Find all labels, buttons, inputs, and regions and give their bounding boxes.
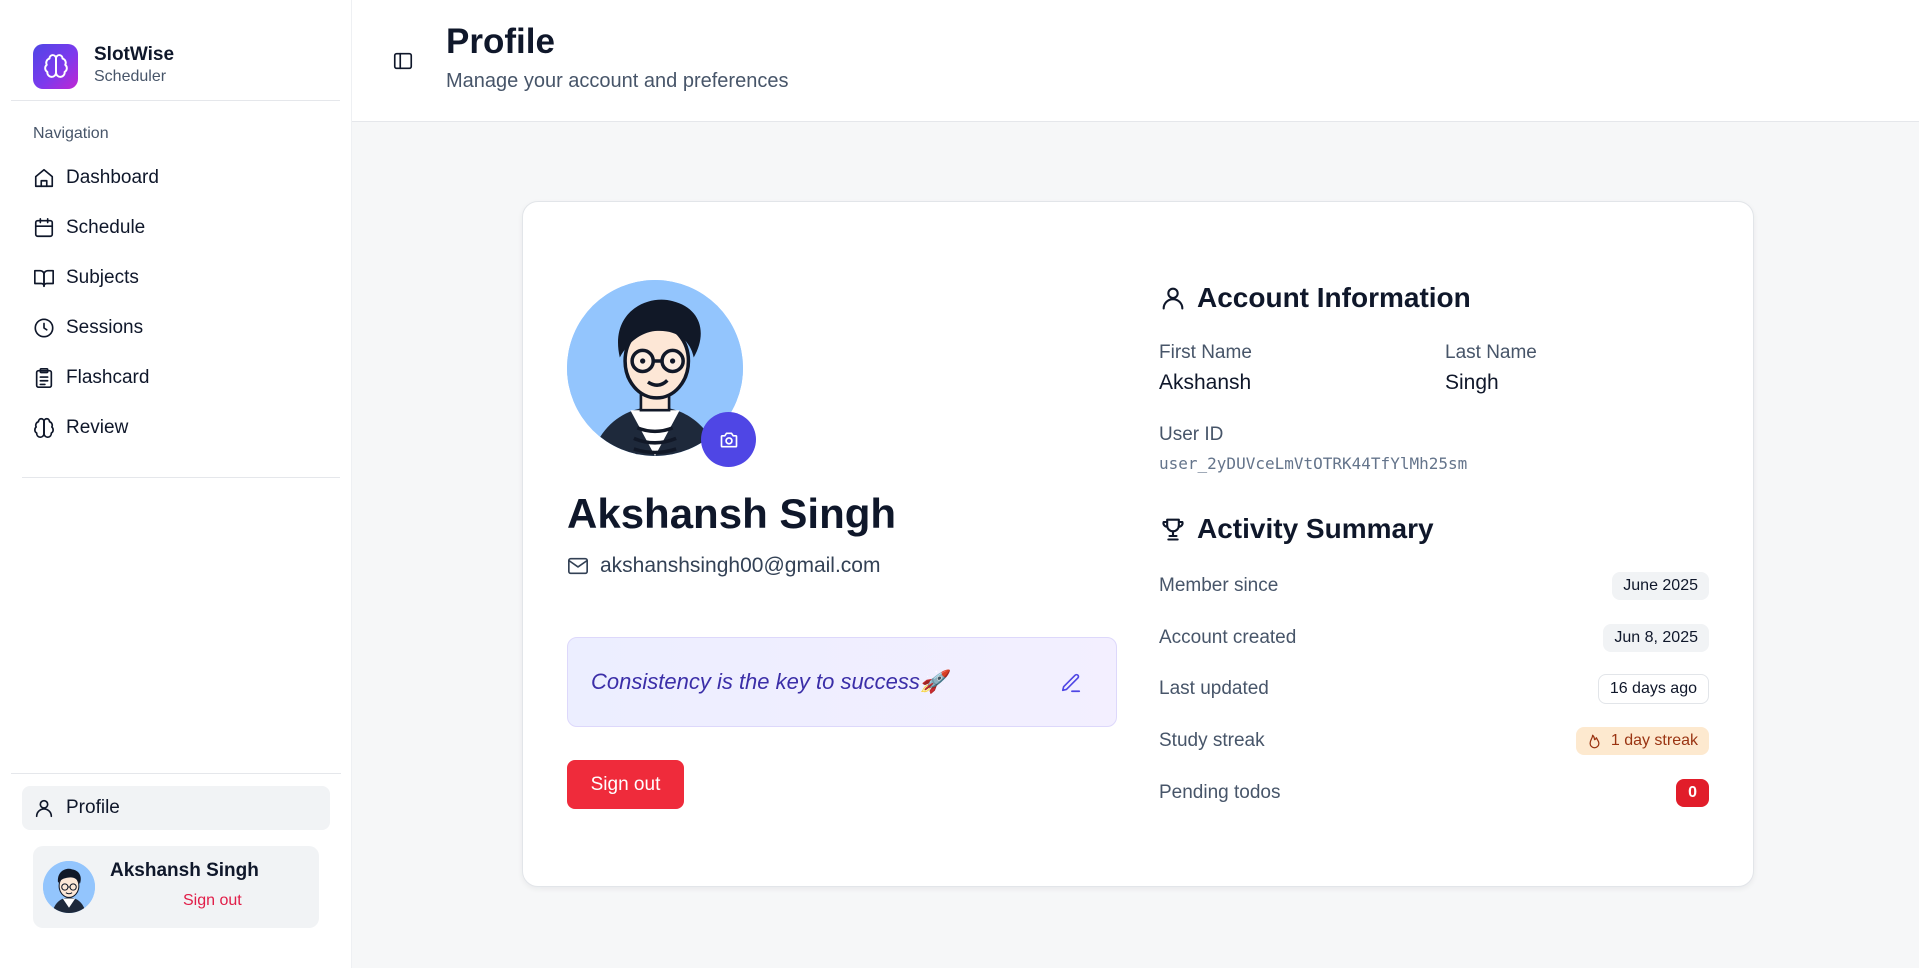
profile-quote: Consistency is the key to success🚀 xyxy=(591,669,948,694)
sidebar-item-label: Flashcard xyxy=(66,367,150,388)
clock-icon xyxy=(34,318,54,338)
user-card: Akshansh Singh Sign out xyxy=(33,846,319,928)
sidebar-item-label: Subjects xyxy=(66,267,139,288)
sidebar-item-label: Dashboard xyxy=(66,167,159,188)
sign-out-button[interactable]: Sign out xyxy=(567,760,684,809)
brain-logo-icon xyxy=(33,43,78,89)
sidebar-item-flashcard[interactable]: Flashcard xyxy=(33,353,351,403)
last-updated-badge: 16 days ago xyxy=(1597,674,1709,704)
sidebar-item-label: Sessions xyxy=(66,317,144,338)
brand-subtitle: Scheduler xyxy=(94,68,167,85)
account-info-heading: Account Information xyxy=(1159,282,1471,314)
last-name-value: Singh xyxy=(1445,371,1499,394)
sidebar: SlotWise Scheduler Navigation Dashboard … xyxy=(0,0,352,968)
activity-label: Member since xyxy=(1159,575,1279,596)
activity-row-member-since: Member since June 2025 xyxy=(1159,568,1709,604)
study-streak-text: 1 day streak xyxy=(1610,732,1698,749)
flame-icon xyxy=(1589,734,1600,748)
first-name-label: First Name xyxy=(1159,342,1252,363)
sidebar-item-label: Review xyxy=(66,417,129,438)
profile-quote-box: Consistency is the key to success🚀 xyxy=(567,637,1117,727)
account-info-title: Account Information xyxy=(1197,282,1471,313)
member-since-badge: June 2025 xyxy=(1612,572,1709,600)
sidebar-item-subjects[interactable]: Subjects xyxy=(33,253,351,303)
brain-icon xyxy=(34,417,54,439)
sidebar-toggle-button[interactable] xyxy=(392,50,414,72)
sidebar-divider xyxy=(11,773,341,774)
sidebar-item-dashboard[interactable]: Dashboard xyxy=(33,153,351,203)
edit-quote-button[interactable] xyxy=(1060,672,1082,694)
home-icon xyxy=(34,168,54,188)
activity-summary-heading: Activity Summary xyxy=(1159,513,1434,545)
activity-label: Account created xyxy=(1159,627,1297,648)
change-avatar-button[interactable] xyxy=(701,412,756,467)
brand-name: SlotWise xyxy=(94,44,175,65)
profile-email-text: akshanshsingh00@gmail.com xyxy=(600,554,881,577)
first-name-value: Akshansh xyxy=(1159,371,1252,394)
avatar[interactable] xyxy=(43,861,95,913)
panel-left-icon xyxy=(393,52,413,70)
user-icon xyxy=(35,799,53,818)
profile-card: Akshansh Singh akshanshsingh00@gmail.com… xyxy=(522,201,1754,887)
brand[interactable]: SlotWise Scheduler xyxy=(0,0,351,100)
sidebar-item-label: Schedule xyxy=(66,217,146,238)
main-content: Profile Manage your account and preferen… xyxy=(352,0,1919,968)
page-header: Profile Manage your account and preferen… xyxy=(352,0,1919,122)
trophy-icon xyxy=(1162,518,1184,541)
sidebar-item-schedule[interactable]: Schedule xyxy=(33,203,351,253)
page-subtitle: Manage your account and preferences xyxy=(446,70,789,92)
sidebar-item-profile[interactable]: Profile xyxy=(22,786,330,830)
book-icon xyxy=(34,269,54,288)
user-card-name: Akshansh Singh xyxy=(110,860,259,881)
activity-row-account-created: Account created Jun 8, 2025 xyxy=(1159,620,1709,656)
clipboard-icon xyxy=(35,368,53,388)
sidebar-signout-link[interactable]: Sign out xyxy=(183,892,242,910)
pending-todos-badge: 0 xyxy=(1676,779,1709,807)
sidebar-nav: Dashboard Schedule Subjects Sessions Fla… xyxy=(0,153,351,453)
sidebar-item-label: Profile xyxy=(66,797,120,818)
profile-full-name: Akshansh Singh xyxy=(567,490,897,537)
sidebar-item-review[interactable]: Review xyxy=(33,403,351,453)
sidebar-item-sessions[interactable]: Sessions xyxy=(33,303,351,353)
activity-label: Pending todos xyxy=(1159,782,1281,803)
activity-summary-title: Activity Summary xyxy=(1197,513,1434,544)
user-id-value: user_2yDUVceLmVtOTRK44TfYlMh25sm xyxy=(1159,454,1468,473)
last-name-label: Last Name xyxy=(1445,342,1537,363)
activity-row-study-streak: Study streak 1 day streak xyxy=(1159,723,1709,759)
pencil-icon xyxy=(1061,673,1081,693)
user-icon xyxy=(1162,287,1184,310)
sidebar-divider xyxy=(22,477,340,478)
activity-label: Study streak xyxy=(1159,730,1265,751)
activity-row-pending-todos: Pending todos 0 xyxy=(1159,775,1709,811)
page-title: Profile xyxy=(446,22,555,61)
activity-label: Last updated xyxy=(1159,678,1269,699)
camera-icon xyxy=(720,432,737,447)
mail-icon xyxy=(568,557,588,575)
activity-row-last-updated: Last updated 16 days ago xyxy=(1159,671,1709,707)
study-streak-badge: 1 day streak xyxy=(1575,727,1709,755)
profile-email: akshanshsingh00@gmail.com xyxy=(567,554,880,578)
calendar-icon xyxy=(34,218,54,238)
nav-section-label: Navigation xyxy=(33,125,109,142)
account-created-badge: Jun 8, 2025 xyxy=(1603,624,1709,652)
user-id-label: User ID xyxy=(1159,424,1224,445)
